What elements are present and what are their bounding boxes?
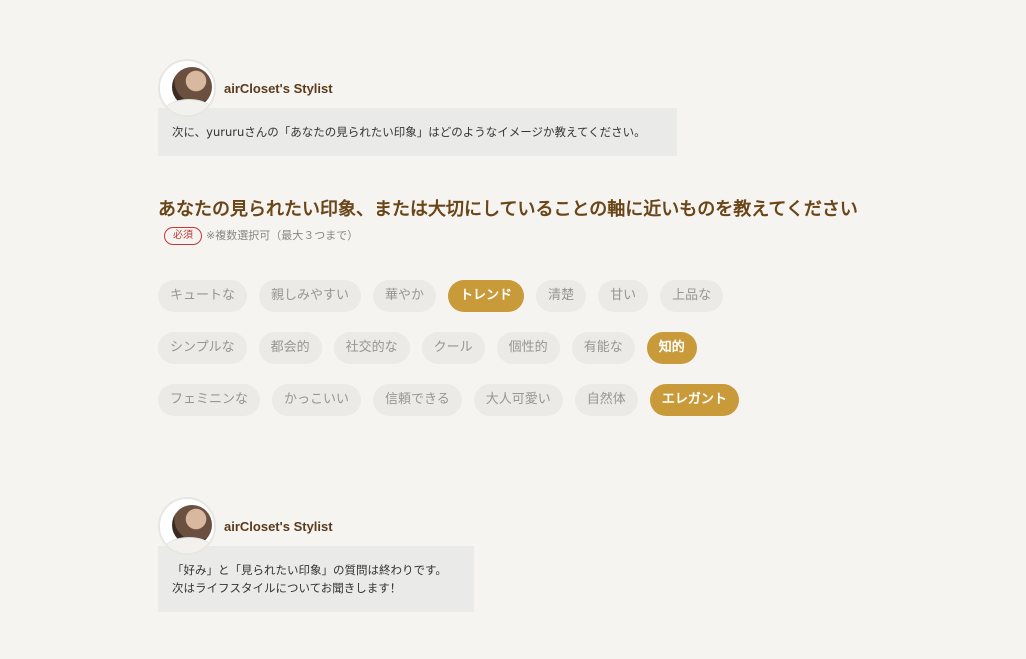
stylist-message-2: airCloset's Stylist 「好み」と「見られたい印象」の質問は終わ… xyxy=(158,496,474,612)
chat-bubble: 「好み」と「見られたい印象」の質問は終わりです。 次はライフスタイルについてお聞… xyxy=(158,546,474,612)
question-title: あなたの見られたい印象、または大切にしていることの軸に近いものを教えてください xyxy=(158,199,858,220)
option-chip[interactable]: 有能な xyxy=(571,332,635,364)
option-chip[interactable]: 上品な xyxy=(660,280,724,312)
stylist-message-1: airCloset's Stylist 次に、yururuさんの「あなたの見られ… xyxy=(158,58,677,156)
option-chip[interactable]: トレンド xyxy=(448,280,525,312)
option-chip[interactable]: 大人可愛い xyxy=(473,384,563,416)
option-chip[interactable]: 自然体 xyxy=(574,384,638,416)
avatar xyxy=(158,59,216,117)
option-row-2: シンプルな 都会的 社交的な クール 個性的 有能な 知的 xyxy=(158,332,878,364)
option-row-3: フェミニンな かっこいい 信頼できる 大人可愛い 自然体 エレガント xyxy=(158,384,878,416)
option-chip[interactable]: エレガント xyxy=(649,384,739,416)
chat-message-line-1: 「好み」と「見られたい印象」の質問は終わりです。 xyxy=(172,563,447,577)
avatar xyxy=(158,497,216,555)
stylist-name: airCloset's Stylist xyxy=(224,518,333,534)
required-badge: 必須 xyxy=(164,227,202,245)
option-chip[interactable]: かっこいい xyxy=(272,384,362,416)
chat-bubble: 次に、yururuさんの「あなたの見られたい印象」はどのようなイメージか教えてく… xyxy=(158,108,677,156)
chat-message-line-2: 次はライフスタイルについてお聞きします！ xyxy=(172,581,402,595)
option-chip[interactable]: クール xyxy=(421,332,485,364)
avatar-shirt xyxy=(162,99,214,115)
option-chip[interactable]: 知的 xyxy=(646,332,697,364)
option-chip[interactable]: フェミニンな xyxy=(158,384,261,416)
option-chip[interactable]: 甘い xyxy=(598,280,649,312)
option-chip[interactable]: 華やか xyxy=(373,280,437,312)
option-chip[interactable]: 個性的 xyxy=(496,332,560,364)
chat-message: 次に、yururuさんの「あなたの見られたい印象」はどのようなイメージか教えてく… xyxy=(172,125,646,139)
option-chip[interactable]: 清楚 xyxy=(536,280,587,312)
option-chip[interactable]: 社交的な xyxy=(333,332,410,364)
option-chip[interactable]: シンプルな xyxy=(158,332,247,364)
avatar-shirt xyxy=(162,537,214,553)
option-chip[interactable]: 親しみやすい xyxy=(259,280,362,312)
question-heading: あなたの見られたい印象、または大切にしていることの軸に近いものを教えてください必… xyxy=(158,196,858,252)
option-chip[interactable]: キュートな xyxy=(158,280,248,312)
option-chip[interactable]: 都会的 xyxy=(258,332,322,364)
stylist-name: airCloset's Stylist xyxy=(224,80,333,96)
selection-note: ※複数選択可（最大３つまで） xyxy=(206,229,359,242)
option-chip[interactable]: 信頼できる xyxy=(373,384,462,416)
impression-options: キュートな 親しみやすい 華やか トレンド 清楚 甘い 上品な シンプルな 都会的 社交的な クー… xyxy=(158,280,878,436)
option-row-1: キュートな 親しみやすい 華やか トレンド 清楚 甘い 上品な xyxy=(158,280,878,312)
